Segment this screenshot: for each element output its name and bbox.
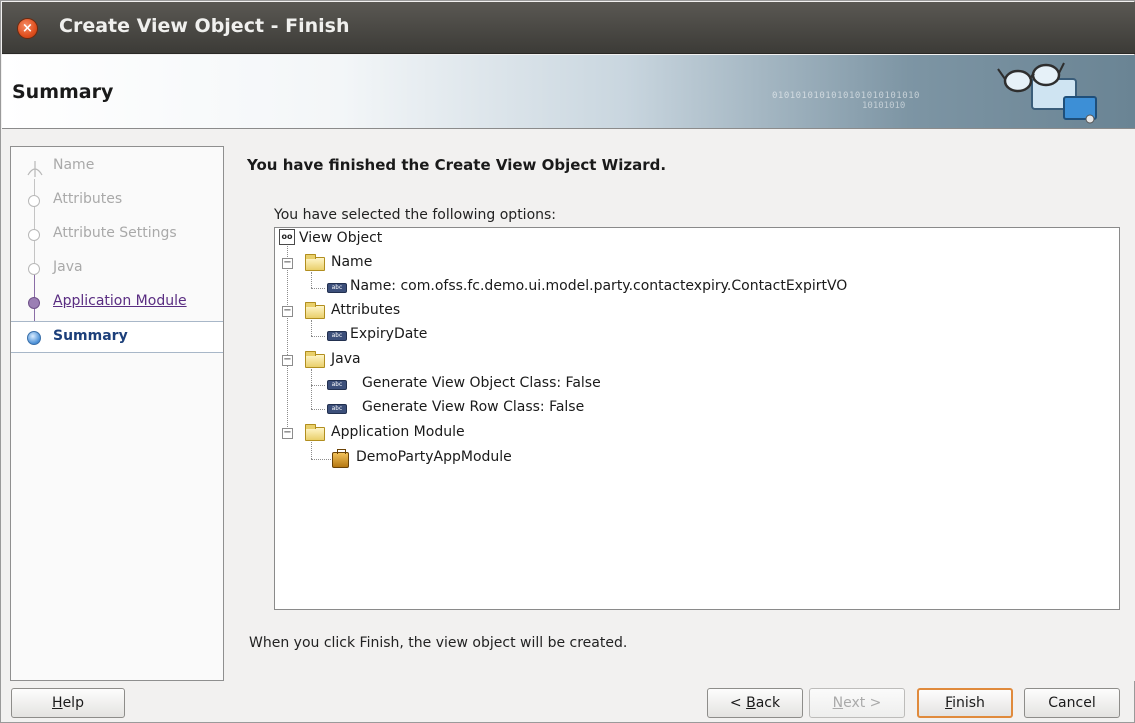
back-button[interactable]: < Back xyxy=(707,688,803,718)
tree-connector xyxy=(311,272,312,288)
tree-connector xyxy=(311,409,325,410)
attribute-icon: abc xyxy=(327,331,347,341)
tree-connector xyxy=(311,369,312,409)
tree-connector xyxy=(311,442,312,459)
title-bar: × Create View Object - Finish xyxy=(2,2,1135,54)
finish-label-rest: inish xyxy=(952,695,985,711)
attribute-icon: abc xyxy=(327,283,347,293)
step-node-icon xyxy=(28,263,40,275)
tree-node-label: DemoPartyAppModule xyxy=(356,449,512,465)
options-tree[interactable]: oo View Object − Name abc Name: com.ofss… xyxy=(274,227,1120,610)
nav-step-name: Name xyxy=(11,151,223,183)
wizard-window: × Create View Object - Finish Summary 01… xyxy=(0,0,1135,723)
back-prefix: < xyxy=(729,695,747,711)
tree-node-label: ExpiryDate xyxy=(350,326,428,342)
next-button[interactable]: Next > xyxy=(809,688,905,718)
tree-node-label: Application Module xyxy=(331,424,465,440)
nav-step-attribute-settings: Attribute Settings xyxy=(11,219,223,251)
header-decoration-text: 0101010101010101010101010 xyxy=(772,91,920,101)
view-object-icon: oo xyxy=(279,229,295,245)
nav-step-summary[interactable]: Summary xyxy=(11,321,223,353)
tree-connector xyxy=(311,336,325,337)
help-mnemonic: H xyxy=(52,695,63,711)
collapse-icon[interactable]: − xyxy=(282,306,293,317)
nav-step-label: Summary xyxy=(53,328,128,344)
step-node-icon xyxy=(28,195,40,207)
folder-icon xyxy=(305,254,325,271)
tree-node-label: Attributes xyxy=(331,302,401,318)
tree-connector xyxy=(287,246,288,435)
wizard-header: Summary 0101010101010101010101010 101010… xyxy=(2,55,1135,129)
nav-step-application-module[interactable]: Application Module xyxy=(11,287,223,319)
page-title: Summary xyxy=(12,81,114,103)
nav-step-label: Name xyxy=(53,157,95,173)
glasses-icon xyxy=(997,62,1097,124)
tree-connector xyxy=(311,320,312,336)
application-module-icon xyxy=(332,449,349,468)
window-title: Create View Object - Finish xyxy=(59,15,350,37)
help-button[interactable]: Help xyxy=(11,688,125,718)
folder-icon xyxy=(305,351,325,368)
collapse-icon[interactable]: − xyxy=(282,428,293,439)
nav-step-label: Java xyxy=(53,259,83,275)
current-step-icon xyxy=(27,331,41,345)
finish-note: When you click Finish, the view object w… xyxy=(249,635,628,651)
nav-step-java: Java xyxy=(11,253,223,285)
close-icon[interactable]: × xyxy=(17,18,38,39)
tree-node-label: Java xyxy=(331,351,361,367)
nav-step-label: Attributes xyxy=(53,191,123,207)
tree-node-label: Name xyxy=(331,254,373,270)
folder-icon xyxy=(305,424,325,441)
cancel-button[interactable]: Cancel xyxy=(1024,688,1120,718)
nav-step-label: Attribute Settings xyxy=(53,225,177,241)
summary-panel: You have finished the Create View Object… xyxy=(225,129,1135,681)
step-node-icon xyxy=(28,229,40,241)
summary-heading: You have finished the Create View Object… xyxy=(247,156,667,174)
tree-node-label: View Object xyxy=(299,230,383,246)
collapse-icon[interactable]: − xyxy=(282,355,293,366)
tree-connector xyxy=(311,288,325,289)
tree-node-label: Generate View Object Class: False xyxy=(362,375,601,391)
next-label-rest: ext > xyxy=(843,695,882,711)
tree-connector xyxy=(311,459,331,460)
header-decoration-text-2: 10101010 xyxy=(862,101,906,111)
help-label-rest: elp xyxy=(62,695,84,711)
collapse-icon[interactable]: − xyxy=(282,258,293,269)
attribute-icon: abc xyxy=(327,380,347,390)
next-mnemonic: N xyxy=(832,695,844,711)
start-node-icon xyxy=(27,161,43,177)
tree-node-label: Name: com.ofss.fc.demo.ui.model.party.co… xyxy=(350,278,848,294)
back-mnemonic: B xyxy=(746,695,756,711)
finish-button[interactable]: Finish xyxy=(917,688,1013,718)
tree-connector xyxy=(311,385,325,386)
nav-step-attributes: Attributes xyxy=(11,185,223,217)
nav-step-label[interactable]: Application Module xyxy=(53,293,187,309)
attribute-icon: abc xyxy=(327,404,347,414)
back-label-rest: ack xyxy=(755,695,781,711)
step-node-icon xyxy=(28,297,40,309)
tree-node-label: Generate View Row Class: False xyxy=(362,399,585,415)
wizard-steps-nav: Name Attributes Attribute Settings Java … xyxy=(10,146,224,681)
options-label: You have selected the following options: xyxy=(274,207,557,223)
folder-icon xyxy=(305,302,325,319)
